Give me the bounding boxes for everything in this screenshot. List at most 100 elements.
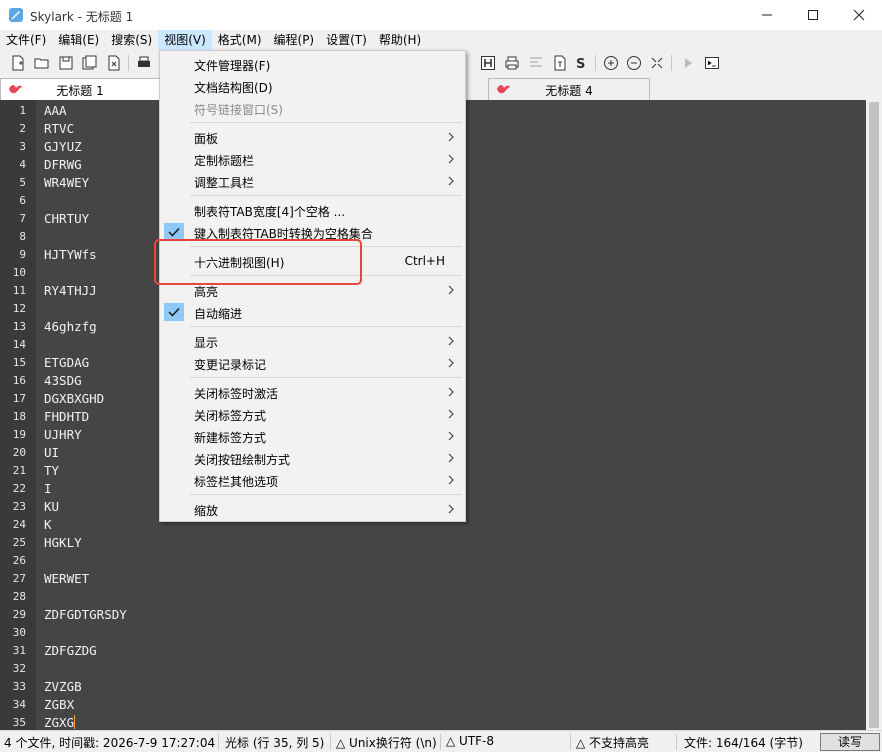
line-number: 22 — [12, 482, 26, 495]
save-all-button[interactable] — [81, 54, 99, 72]
code-line[interactable]: 25 HGKLY — [0, 534, 866, 552]
skylark-window: Skylark - 无标题 1 文件(F) 编辑(E) 搜索(S) 视图(V) … — [0, 0, 882, 752]
view-menu-item[interactable]: 符号链接窗口(S) — [160, 97, 465, 119]
line-number: 33 — [12, 680, 26, 693]
view-menu-item[interactable]: 新建标签方式 — [160, 425, 465, 447]
menu-item-label: 显示 — [194, 336, 219, 350]
s-button[interactable]: S — [572, 54, 590, 72]
view-menu-item[interactable]: 标签栏其他选项 — [160, 469, 465, 491]
line-number: 28 — [12, 590, 26, 603]
close-file-button[interactable] — [105, 54, 123, 72]
align-button[interactable] — [527, 54, 545, 72]
menu-view[interactable]: 视图(V) — [158, 30, 212, 50]
maximize-button[interactable] — [790, 0, 836, 30]
new-file-button[interactable] — [9, 54, 27, 72]
view-menu-item[interactable]: 调整工具栏 — [160, 170, 465, 192]
view-menu-item[interactable]: 变更记录标记 — [160, 352, 465, 374]
run-button[interactable] — [679, 54, 697, 72]
view-menu-item[interactable]: 面板 — [160, 126, 465, 148]
printer-button[interactable] — [503, 54, 521, 72]
tab-untitled-4[interactable]: 无标题 4 — [488, 78, 650, 100]
menu-programming[interactable]: 编程(P) — [268, 30, 321, 50]
view-menu-item[interactable]: 制表符TAB宽度[4]个空格 ... — [160, 199, 465, 221]
read-write-button[interactable]: 读写 — [820, 733, 880, 751]
save-button[interactable] — [57, 54, 75, 72]
hex-view-icon — [481, 56, 495, 70]
code-line[interactable]: 30 — [0, 624, 866, 642]
line-text: HJTYWfs — [44, 247, 97, 262]
line-text: 43SDG — [44, 373, 82, 388]
menu-edit[interactable]: 编辑(E) — [52, 30, 105, 50]
menu-separator — [190, 377, 462, 378]
status-encoding[interactable]: △ UTF-8 — [446, 734, 494, 748]
close-button[interactable] — [836, 0, 882, 30]
view-menu-item[interactable]: 缩放 — [160, 498, 465, 520]
open-file-button[interactable] — [33, 54, 51, 72]
status-eol[interactable]: △ Unix换行符 (\n) — [336, 734, 437, 751]
line-text: WERWET — [44, 571, 90, 586]
chevron-right-icon — [447, 503, 455, 515]
chevron-right-icon — [447, 131, 455, 143]
view-menu-item[interactable]: 显示 — [160, 330, 465, 352]
line-number: 20 — [12, 446, 26, 459]
vertical-scrollbar[interactable] — [866, 100, 882, 730]
code-line[interactable]: 35 ZGXG — [0, 714, 866, 730]
line-number: 34 — [12, 698, 26, 711]
menu-search[interactable]: 搜索(S) — [105, 30, 158, 50]
code-line[interactable]: 32 — [0, 660, 866, 678]
code-line[interactable]: 29 ZDFGDTGRSDY — [0, 606, 866, 624]
code-line[interactable]: 33 ZVZGB — [0, 678, 866, 696]
menu-item-shortcut: Ctrl+H — [404, 254, 445, 268]
line-number: 21 — [12, 464, 26, 477]
line-text: CHRTUY — [44, 211, 90, 226]
view-menu-item[interactable]: 自动缩进 — [160, 301, 465, 323]
minimize-button[interactable] — [744, 0, 790, 30]
tab-label: 无标题 1 — [56, 84, 104, 98]
line-number: 6 — [19, 194, 26, 207]
line-number: 13 — [12, 320, 26, 333]
close-icon — [853, 9, 865, 21]
printer-icon — [505, 56, 519, 70]
line-text: DGXBXGHD — [44, 391, 105, 406]
zoom-out-icon — [627, 56, 641, 70]
view-menu-item[interactable]: 关闭按钮绘制方式 — [160, 447, 465, 469]
line-text: ETGDAG — [44, 355, 90, 370]
scrollbar-thumb[interactable] — [869, 102, 879, 728]
code-line[interactable]: 31 ZDFGZDG — [0, 642, 866, 660]
view-menu-item[interactable]: 关闭标签方式 — [160, 403, 465, 425]
line-number: 17 — [12, 392, 26, 405]
menu-item-label: 关闭标签方式 — [194, 409, 267, 423]
menu-file[interactable]: 文件(F) — [0, 30, 52, 50]
code-line[interactable]: 34 ZGBX — [0, 696, 866, 714]
view-menu-item[interactable]: 文件管理器(F) — [160, 53, 465, 75]
code-line[interactable]: 26 — [0, 552, 866, 570]
status-highlight[interactable]: △ 不支持高亮 — [576, 734, 649, 751]
skylark-app-icon — [9, 8, 23, 22]
code-line[interactable]: 28 — [0, 588, 866, 606]
line-text: ZDFGDTGRSDY — [44, 607, 127, 622]
line-number: 5 — [19, 176, 26, 189]
print-button[interactable] — [135, 54, 153, 72]
chevron-right-icon — [447, 153, 455, 165]
tab-untitled-1[interactable]: 无标题 1 — [0, 78, 160, 100]
view-menu-item[interactable]: 关闭标签时激活 — [160, 381, 465, 403]
code-line[interactable]: 27 WERWET — [0, 570, 866, 588]
zoom-in-button[interactable] — [602, 54, 620, 72]
menu-format[interactable]: 格式(M) — [212, 30, 268, 50]
line-text: ZGBX — [44, 697, 75, 712]
fullscreen-button[interactable] — [648, 54, 666, 72]
menu-item-label: 新建标签方式 — [194, 431, 267, 445]
menu-settings[interactable]: 设置(T) — [320, 30, 373, 50]
menu-help[interactable]: 帮助(H) — [373, 30, 427, 50]
line-text: UJHRY — [44, 427, 82, 442]
tab-label: 无标题 4 — [545, 84, 593, 98]
text-file-button[interactable] — [551, 54, 569, 72]
hex-view-button[interactable] — [479, 54, 497, 72]
view-menu-item[interactable]: 文档结构图(D) — [160, 75, 465, 97]
view-menu-item[interactable]: 定制标题栏 — [160, 148, 465, 170]
zoom-out-button[interactable] — [625, 54, 643, 72]
chevron-right-icon — [447, 357, 455, 369]
line-text: WR4WEY — [44, 175, 90, 190]
line-number: 10 — [12, 266, 26, 279]
terminal-button[interactable] — [703, 54, 721, 72]
